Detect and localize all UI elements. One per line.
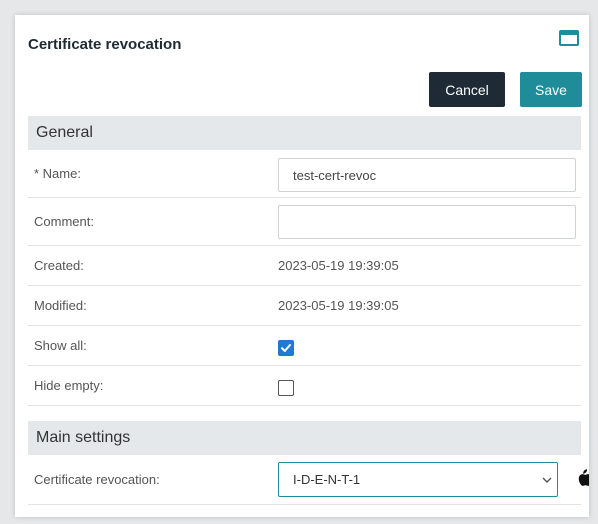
show-all-row: Show all: — [28, 326, 581, 366]
cancel-button[interactable]: Cancel — [429, 72, 505, 107]
apple-icon — [578, 469, 589, 486]
certificate-revocation-selected: I-D-E-N-T-1 — [293, 472, 361, 487]
created-value: 2023-05-19 19:39:05 — [278, 258, 399, 273]
modified-label: Modified: — [34, 298, 87, 313]
hide-empty-row: Hide empty: — [28, 366, 581, 406]
certificate-revocation-row: Certificate revocation: I-D-E-N-T-1 — [28, 455, 589, 505]
hide-empty-label: Hide empty: — [34, 378, 104, 393]
name-input[interactable] — [278, 158, 576, 192]
window-maximize-icon[interactable] — [559, 30, 579, 46]
hide-empty-checkbox[interactable] — [278, 380, 294, 396]
comment-label: Comment: — [34, 214, 94, 229]
section-main-settings-heading: Main settings — [28, 421, 581, 455]
comment-row: Comment: — [28, 198, 581, 246]
comment-input[interactable] — [278, 205, 576, 239]
checkmark-icon — [281, 344, 291, 352]
show-all-checkbox[interactable] — [278, 340, 294, 356]
show-all-label: Show all: — [34, 338, 87, 353]
certificate-revocation-select[interactable]: I-D-E-N-T-1 — [278, 462, 558, 497]
section-general-heading: General — [28, 116, 581, 150]
name-label: * Name: — [34, 166, 81, 181]
certificate-revocation-label: Certificate revocation: — [34, 472, 160, 487]
created-row: Created: 2023-05-19 19:39:05 — [28, 246, 581, 286]
dialog-title: Certificate revocation — [28, 36, 182, 53]
chevron-down-icon — [537, 477, 557, 483]
certificate-revocation-dialog: Certificate revocation Cancel Save Gener… — [15, 15, 589, 517]
modified-row: Modified: 2023-05-19 19:39:05 — [28, 286, 581, 326]
name-row: * Name: — [28, 150, 581, 198]
created-label: Created: — [34, 258, 84, 273]
save-button[interactable]: Save — [520, 72, 582, 107]
modified-value: 2023-05-19 19:39:05 — [278, 298, 399, 313]
